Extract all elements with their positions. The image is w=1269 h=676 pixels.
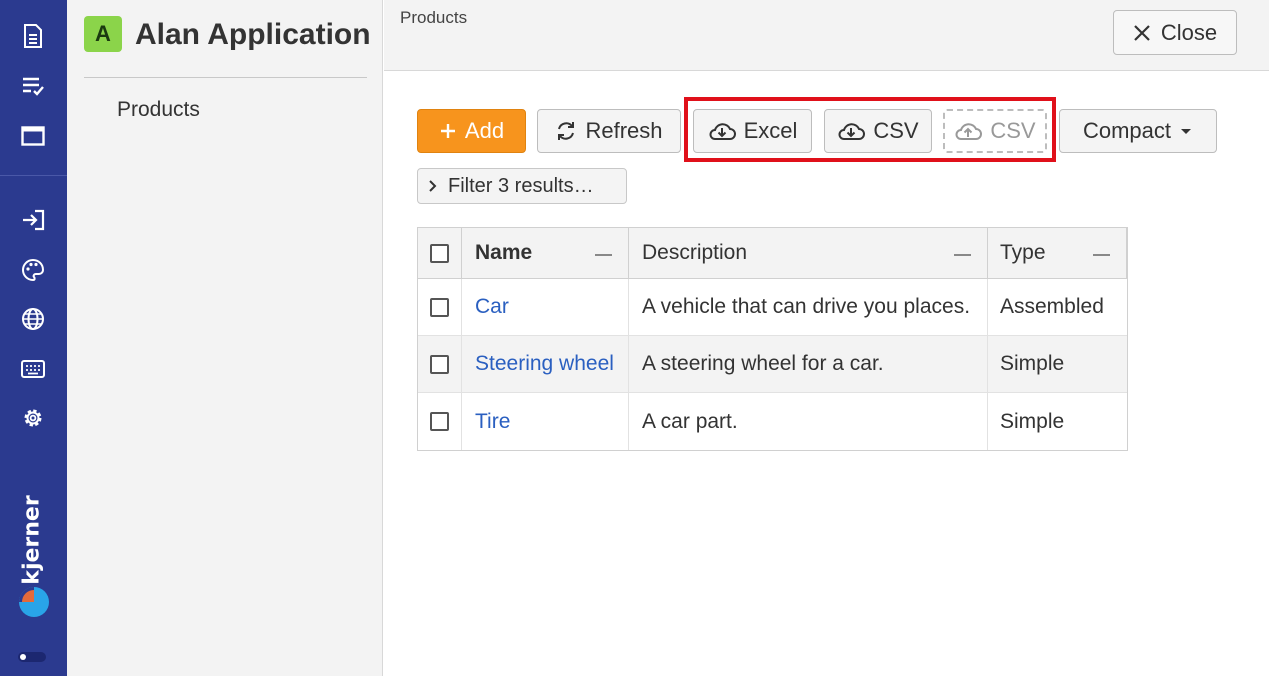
- filter-toggle[interactable]: Filter 3 results…: [417, 168, 627, 204]
- excel-button-label: Excel: [743, 118, 798, 143]
- gear-icon[interactable]: [21, 406, 45, 430]
- column-header-description[interactable]: Description: [629, 228, 988, 278]
- app-badge: A: [84, 16, 122, 52]
- type-cell: Simple: [1000, 352, 1065, 375]
- nav-item-products[interactable]: Products: [117, 98, 200, 122]
- column-header-name[interactable]: Name: [462, 228, 629, 278]
- brand-pie-icon: [19, 587, 49, 617]
- main-content: Products Close Add Refresh Excel CSV CSV…: [384, 0, 1269, 676]
- add-button-label: Add: [464, 118, 505, 143]
- login-icon[interactable]: [21, 208, 45, 232]
- column-menu-icon[interactable]: [1093, 254, 1110, 256]
- product-link[interactable]: Car: [475, 295, 509, 319]
- cloud-download-icon: [838, 123, 866, 140]
- toggle-knob: [20, 654, 26, 660]
- view-density-label: Compact: [1082, 118, 1172, 143]
- column-header-label: Name: [475, 241, 533, 264]
- app-nav-panel: A Alan Application Products: [67, 0, 383, 676]
- excel-download-button[interactable]: Excel: [693, 109, 812, 153]
- refresh-button-label: Refresh: [585, 118, 663, 143]
- cloud-upload-icon: [955, 123, 983, 140]
- column-menu-icon[interactable]: [595, 254, 612, 256]
- brand-logo: kjerner: [19, 495, 45, 585]
- table-row: Steering wheel A steering wheel for a ca…: [418, 336, 1127, 393]
- row-checkbox[interactable]: [430, 297, 449, 317]
- document-icon[interactable]: [21, 24, 45, 48]
- description-cell: A vehicle that can drive you places.: [629, 279, 988, 335]
- name-cell: Tire: [462, 393, 629, 450]
- description-cell: A steering wheel for a car.: [629, 336, 988, 392]
- view-density-dropdown[interactable]: Compact: [1059, 109, 1217, 153]
- refresh-button[interactable]: Refresh: [537, 109, 681, 153]
- keyboard-icon[interactable]: [21, 357, 45, 381]
- table-row: Car A vehicle that can drive you places.…: [418, 279, 1127, 336]
- app-title: Alan Application: [135, 18, 371, 51]
- csv-download-label: CSV: [873, 118, 919, 143]
- select-all-checkbox[interactable]: [430, 243, 449, 263]
- column-header-label: Description: [642, 241, 748, 264]
- checklist-icon[interactable]: [21, 74, 45, 98]
- rail-divider: [0, 175, 67, 176]
- csv-upload-label: CSV: [990, 118, 1036, 143]
- nav-divider: [84, 77, 367, 78]
- header-checkbox-cell: [418, 228, 462, 278]
- type-cell: Simple: [1000, 409, 1065, 433]
- column-menu-icon[interactable]: [954, 254, 971, 256]
- close-button[interactable]: Close: [1113, 10, 1237, 55]
- top-bar: Products Close: [384, 0, 1269, 71]
- filter-label: Filter 3 results…: [448, 174, 594, 197]
- table-row: Tire A car part. Simple: [418, 393, 1127, 450]
- column-header-label: Type: [1000, 241, 1046, 264]
- row-checkbox-cell: [418, 393, 462, 450]
- close-icon: [1134, 24, 1150, 41]
- row-checkbox[interactable]: [430, 412, 449, 431]
- row-checkbox-cell: [418, 336, 462, 392]
- theme-toggle[interactable]: [18, 652, 46, 662]
- product-link[interactable]: Steering wheel: [475, 352, 614, 376]
- refresh-icon: [558, 122, 575, 140]
- row-checkbox[interactable]: [430, 354, 449, 374]
- plus-icon: [440, 124, 455, 138]
- caret-down-icon: [1181, 129, 1192, 134]
- globe-icon[interactable]: [21, 307, 45, 331]
- breadcrumb[interactable]: Products: [400, 8, 467, 28]
- table-header-row: Name Description Type: [418, 228, 1127, 279]
- cloud-download-icon: [709, 123, 736, 140]
- column-header-type[interactable]: Type: [988, 228, 1127, 278]
- window-icon[interactable]: [21, 124, 45, 148]
- add-button[interactable]: Add: [417, 109, 526, 153]
- row-checkbox-cell: [418, 279, 462, 335]
- close-button-label: Close: [1160, 19, 1218, 45]
- icon-rail: kjerner: [0, 0, 67, 676]
- name-cell: Steering wheel: [462, 336, 629, 392]
- csv-download-button[interactable]: CSV: [824, 109, 932, 153]
- type-cell: Assembled: [1000, 295, 1104, 318]
- name-cell: Car: [462, 279, 629, 335]
- description-cell: A car part.: [629, 393, 988, 450]
- palette-icon[interactable]: [21, 258, 45, 282]
- product-link[interactable]: Tire: [475, 410, 510, 434]
- products-table: Name Description Type Car A vehicle that…: [417, 227, 1128, 451]
- csv-upload-button[interactable]: CSV: [943, 109, 1047, 153]
- chevron-right-icon: [429, 180, 437, 192]
